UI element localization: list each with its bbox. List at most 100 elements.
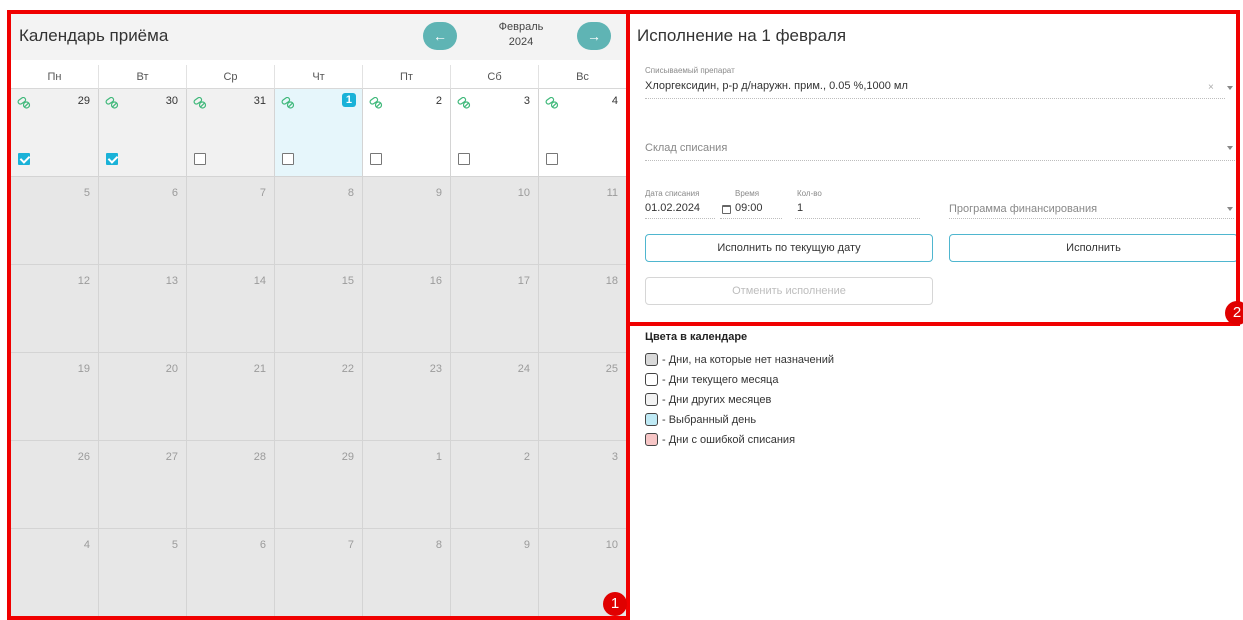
pill-icon	[369, 96, 383, 109]
day-number: 12	[77, 275, 90, 287]
day-number: 18	[605, 275, 618, 287]
calendar-week-row: 26 27 28 29 1 2 3	[11, 441, 626, 529]
calendar-day[interactable]: 25	[539, 353, 626, 441]
calendar-day[interactable]: 20	[99, 353, 187, 441]
day-number: 7	[259, 187, 266, 199]
calendar-day[interactable]: 12	[11, 265, 99, 353]
calendar-day[interactable]: 8	[363, 529, 451, 617]
day-checkbox[interactable]	[458, 153, 470, 165]
chevron-down-icon[interactable]	[1227, 207, 1233, 211]
calendar-day[interactable]: 5	[99, 529, 187, 617]
day-checkbox[interactable]	[106, 153, 118, 165]
day-number: 14	[253, 275, 266, 287]
calendar-day-selected[interactable]: 1	[275, 89, 363, 177]
legend-swatch	[645, 413, 658, 426]
calendar-icon[interactable]	[722, 205, 731, 214]
calendar-day[interactable]: 7	[187, 177, 275, 265]
calendar-day[interactable]: 31	[187, 89, 275, 177]
finance-program-select[interactable]: Программа финансирования	[949, 203, 1097, 215]
calendar-day[interactable]: 23	[363, 353, 451, 441]
chevron-down-icon[interactable]	[1227, 86, 1233, 90]
legend-label: - Дни текущего месяца	[662, 373, 779, 386]
day-number: 19	[77, 363, 90, 375]
calendar-day[interactable]: 4	[539, 89, 626, 177]
calendar-day[interactable]: 3	[539, 441, 626, 529]
legend-item: - Дни других месяцев	[645, 393, 771, 406]
execute-button[interactable]: Исполнить	[949, 234, 1238, 262]
calendar-day[interactable]: 24	[451, 353, 539, 441]
day-number: 10	[605, 539, 618, 551]
arrow-right-icon: →	[587, 28, 601, 44]
day-number: 9	[523, 539, 530, 551]
calendar-day[interactable]: 11	[539, 177, 626, 265]
day-number: 4	[611, 95, 618, 107]
calendar-day[interactable]: 22	[275, 353, 363, 441]
callout-marker-1: 1	[603, 592, 627, 616]
calendar-grid: 29 30 31 1 2 3 4 5 6 7 8 9 10 11 12 13 14 15 16 17 18 19 20 21 2…	[11, 89, 626, 617]
calendar-day[interactable]: 13	[99, 265, 187, 353]
day-number: 5	[171, 539, 178, 551]
calendar-day[interactable]: 28	[187, 441, 275, 529]
weekday-header-row: Пн Вт Ср Чт Пт Сб Вс	[11, 65, 626, 89]
calendar-week-row: 29 30 31 1 2 3 4	[11, 89, 626, 177]
date-field[interactable]: 01.02.2024	[645, 202, 700, 214]
calendar-day[interactable]: 30	[99, 89, 187, 177]
calendar-day[interactable]: 16	[363, 265, 451, 353]
calendar-day[interactable]: 27	[99, 441, 187, 529]
calendar-day[interactable]: 2	[363, 89, 451, 177]
day-checkbox[interactable]	[282, 153, 294, 165]
drug-field[interactable]: Хлоргексидин, р-р д/наружн. прим., 0.05 …	[645, 80, 908, 92]
day-checkbox[interactable]	[194, 153, 206, 165]
calendar-day[interactable]: 29	[275, 441, 363, 529]
day-checkbox[interactable]	[546, 153, 558, 165]
day-number: 13	[165, 275, 178, 287]
calendar-day[interactable]: 14	[187, 265, 275, 353]
chevron-down-icon[interactable]	[1227, 146, 1233, 150]
time-field[interactable]: 09:00	[735, 202, 763, 214]
clear-icon[interactable]: ×	[1208, 82, 1214, 93]
day-number: 3	[611, 451, 618, 463]
calendar-day[interactable]: 6	[99, 177, 187, 265]
warehouse-select[interactable]: Склад списания	[645, 142, 727, 154]
calendar-day[interactable]: 7	[275, 529, 363, 617]
day-number: 7	[347, 539, 354, 551]
day-number: 21	[253, 363, 266, 375]
calendar-day[interactable]: 26	[11, 441, 99, 529]
legend-swatch	[645, 353, 658, 366]
day-checkbox[interactable]	[18, 153, 30, 165]
day-number: 1	[435, 451, 442, 463]
calendar-title: Календарь приёма	[19, 26, 169, 45]
calendar-day[interactable]: 6	[187, 529, 275, 617]
cancel-execution-button[interactable]: Отменить исполнение	[645, 277, 933, 305]
calendar-day[interactable]: 9	[451, 529, 539, 617]
day-checkbox[interactable]	[370, 153, 382, 165]
calendar-week-row: 4 5 6 7 8 9 10	[11, 529, 626, 617]
next-month-button[interactable]: →	[577, 22, 611, 50]
calendar-day[interactable]: 29	[11, 89, 99, 177]
calendar-day[interactable]: 5	[11, 177, 99, 265]
qty-field[interactable]: 1	[797, 202, 803, 214]
time-field-label: Время	[735, 189, 760, 198]
prev-month-button[interactable]: ←	[423, 22, 457, 50]
calendar-day[interactable]: 19	[11, 353, 99, 441]
finance-program-underline	[949, 218, 1234, 219]
drug-field-label: Списываемый препарат	[645, 66, 735, 75]
calendar-day[interactable]: 2	[451, 441, 539, 529]
calendar-day[interactable]: 1	[363, 441, 451, 529]
calendar-day[interactable]: 9	[363, 177, 451, 265]
calendar-day[interactable]: 3	[451, 89, 539, 177]
day-number: 15	[341, 275, 354, 287]
legend-item: - Дни с ошибкой списания	[645, 433, 795, 446]
calendar-day[interactable]: 21	[187, 353, 275, 441]
calendar-day[interactable]: 17	[451, 265, 539, 353]
calendar-day[interactable]: 4	[11, 529, 99, 617]
legend-swatch	[645, 433, 658, 446]
calendar-day[interactable]: 8	[275, 177, 363, 265]
calendar-day[interactable]: 10	[451, 177, 539, 265]
calendar-day[interactable]: 18	[539, 265, 626, 353]
day-number: 6	[171, 187, 178, 199]
execute-to-current-date-button[interactable]: Исполнить по текущую дату	[645, 234, 933, 262]
day-number: 26	[77, 451, 90, 463]
calendar-day[interactable]: 15	[275, 265, 363, 353]
month-name: Февраль	[498, 21, 544, 33]
